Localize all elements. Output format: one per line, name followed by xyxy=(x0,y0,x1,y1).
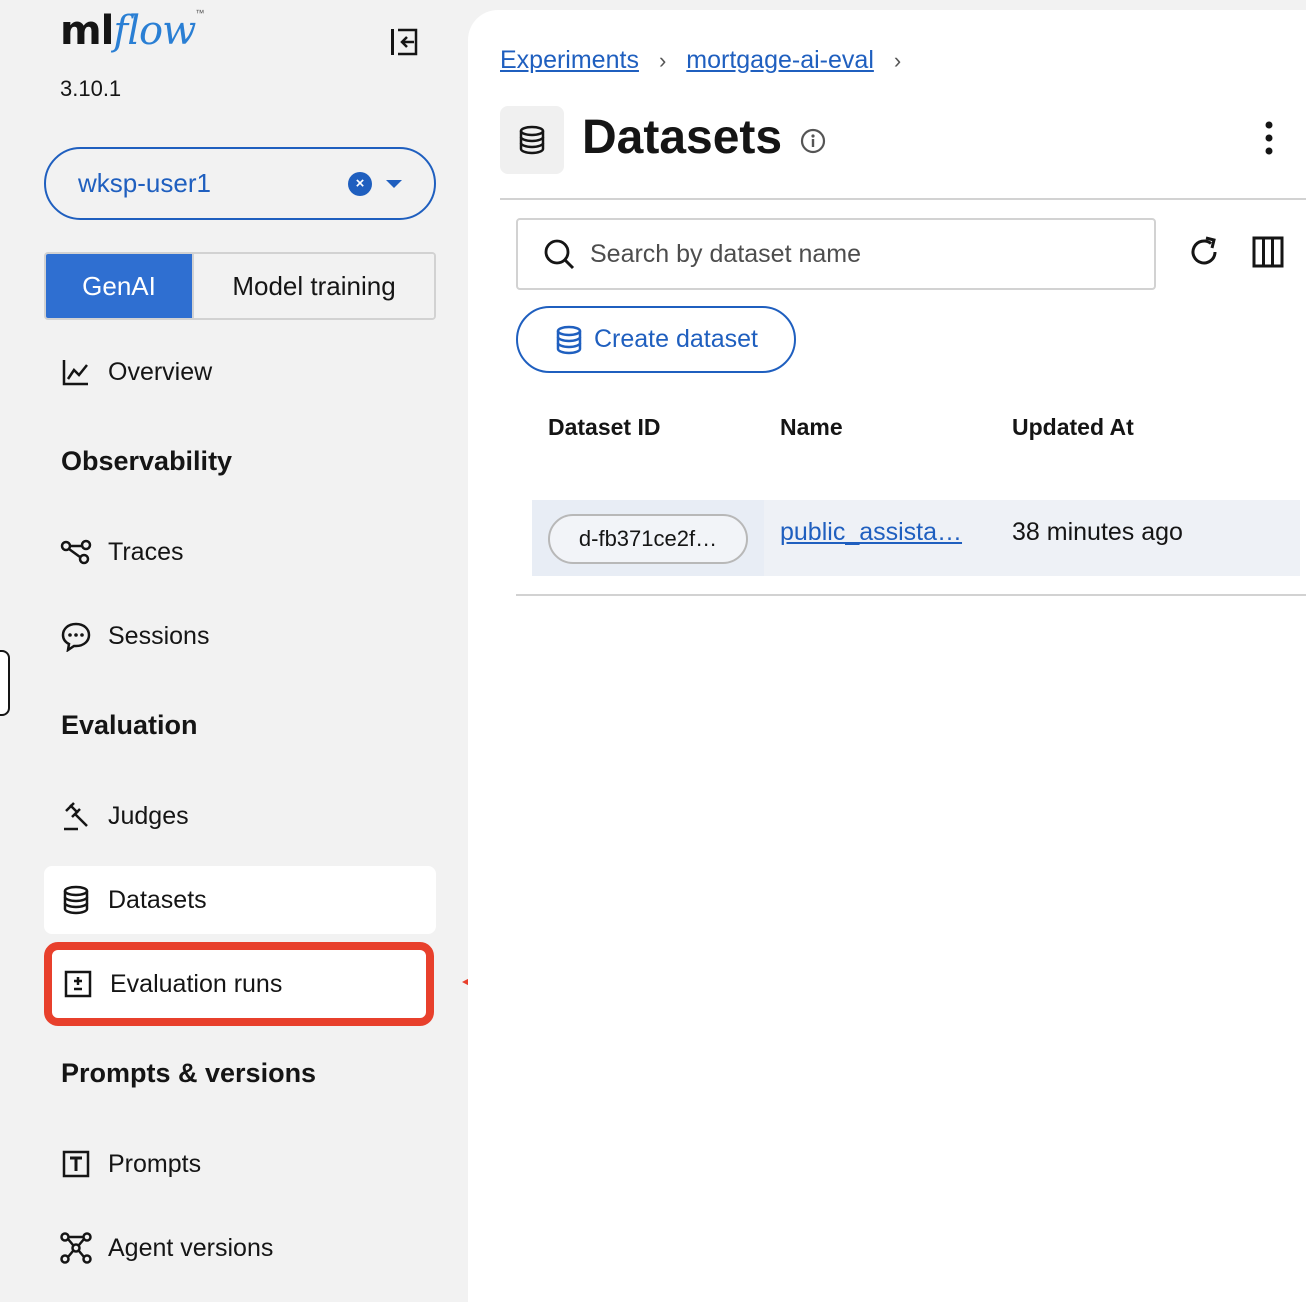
logo-ml-text: ml xyxy=(60,8,114,54)
sidebar: mlflow™ 3.10.1 wksp-user1 × GenAI Model … xyxy=(0,0,468,1302)
breadcrumb-experiments[interactable]: Experiments xyxy=(500,46,639,75)
table-row[interactable]: d-fb371ce2f… public_assista… 38 minutes … xyxy=(532,500,1300,576)
database-icon xyxy=(554,325,584,355)
sidebar-item-datasets[interactable]: Datasets xyxy=(44,866,436,934)
workspace-value: wksp-user1 xyxy=(78,168,211,198)
database-icon xyxy=(60,884,92,916)
mode-toggle: GenAI Model training xyxy=(44,252,436,320)
dataset-name-link[interactable]: public_assista… xyxy=(780,518,962,547)
sidebar-item-label: Prompts xyxy=(108,1149,202,1178)
sidebar-item-evaluation-runs[interactable]: Evaluation runs xyxy=(44,942,434,1026)
section-title-evaluation: Evaluation xyxy=(61,710,198,740)
network-icon xyxy=(60,1232,92,1264)
column-header-dataset-id[interactable]: Dataset ID xyxy=(548,414,660,441)
sidebar-item-overview[interactable]: Overview xyxy=(44,338,436,406)
page-title: Datasets xyxy=(582,111,783,164)
breadcrumb: Experiments › mortgage-ai-eval › xyxy=(500,46,921,75)
text-box-icon xyxy=(60,1148,92,1180)
divider xyxy=(500,198,1306,200)
chevron-down-icon[interactable] xyxy=(386,179,402,188)
columns-icon[interactable] xyxy=(1250,234,1286,270)
dataset-id-chip[interactable]: d-fb371ce2f… xyxy=(548,514,748,564)
logo-trademark: ™ xyxy=(195,8,204,18)
chat-bubble-icon xyxy=(60,620,92,652)
kebab-menu-icon[interactable] xyxy=(1254,118,1284,158)
main-panel: Experiments › mortgage-ai-eval › Dataset… xyxy=(468,10,1306,1302)
toggle-model-training[interactable]: Model training xyxy=(192,254,434,318)
clear-icon[interactable]: × xyxy=(348,171,372,196)
workspace-select[interactable]: wksp-user1 × xyxy=(44,147,436,220)
refresh-icon[interactable] xyxy=(1186,234,1222,270)
app-version: 3.10.1 xyxy=(60,76,122,101)
sidebar-item-label: Agent versions xyxy=(108,1233,274,1262)
create-dataset-button[interactable]: Create dataset xyxy=(516,306,796,373)
section-title-observability: Observability xyxy=(61,446,233,476)
create-dataset-label: Create dataset xyxy=(594,325,758,353)
sidebar-item-label: Traces xyxy=(108,537,184,566)
column-header-name[interactable]: Name xyxy=(780,414,843,441)
sidebar-item-label: Evaluation runs xyxy=(110,969,283,998)
chevron-right-icon: › xyxy=(893,47,902,73)
plus-minus-box-icon xyxy=(62,968,94,1000)
updated-at-cell: 38 minutes ago xyxy=(1012,518,1183,546)
search-icon xyxy=(542,237,576,271)
search-input[interactable] xyxy=(590,239,1154,269)
sidebar-item-label: Sessions xyxy=(108,621,210,650)
sidebar-item-label: Judges xyxy=(108,801,189,830)
gavel-icon xyxy=(60,800,92,832)
section-title-prompts-versions: Prompts & versions xyxy=(61,1058,317,1088)
info-icon[interactable] xyxy=(800,128,826,154)
toggle-genai[interactable]: GenAI xyxy=(46,254,192,318)
breadcrumb-experiment[interactable]: mortgage-ai-eval xyxy=(686,46,874,75)
divider xyxy=(516,594,1306,596)
sidebar-item-label: Overview xyxy=(108,357,213,386)
page-icon-box xyxy=(500,106,564,174)
mlflow-logo: mlflow™ xyxy=(60,8,204,54)
sidebar-item-sessions[interactable]: Sessions xyxy=(44,602,436,670)
sidebar-item-traces[interactable]: Traces xyxy=(44,518,436,586)
sidebar-item-judges[interactable]: Judges xyxy=(44,782,436,850)
logo-flow-text: flow xyxy=(113,8,196,54)
database-icon xyxy=(517,125,547,155)
collapse-sidebar-icon[interactable] xyxy=(388,26,420,58)
sidebar-item-prompts[interactable]: Prompts xyxy=(44,1130,436,1198)
line-chart-icon xyxy=(60,356,92,388)
dataset-id-cell: d-fb371ce2f… xyxy=(532,500,764,576)
edge-handle[interactable] xyxy=(0,650,10,716)
traces-icon xyxy=(60,536,92,568)
sidebar-item-agent-versions[interactable]: Agent versions xyxy=(44,1214,436,1282)
chevron-right-icon: › xyxy=(658,47,667,73)
search-box xyxy=(516,218,1156,290)
column-header-updated-at[interactable]: Updated At xyxy=(1012,414,1134,441)
sidebar-item-label: Datasets xyxy=(108,885,207,914)
